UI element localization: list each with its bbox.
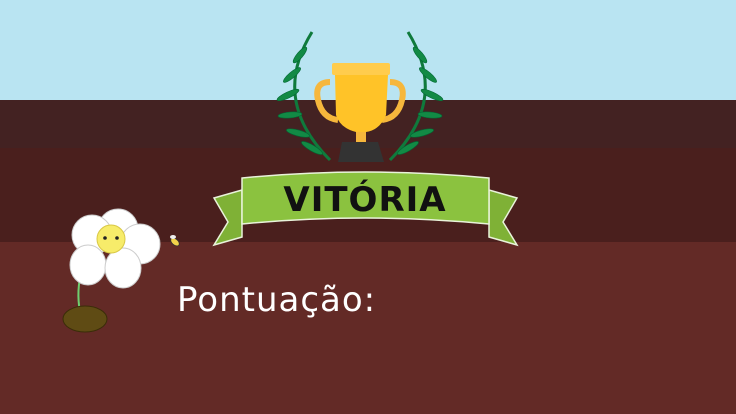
flower-icon [62,208,161,333]
score-label: Pontuação: [177,280,377,320]
bee-icon [170,235,180,247]
